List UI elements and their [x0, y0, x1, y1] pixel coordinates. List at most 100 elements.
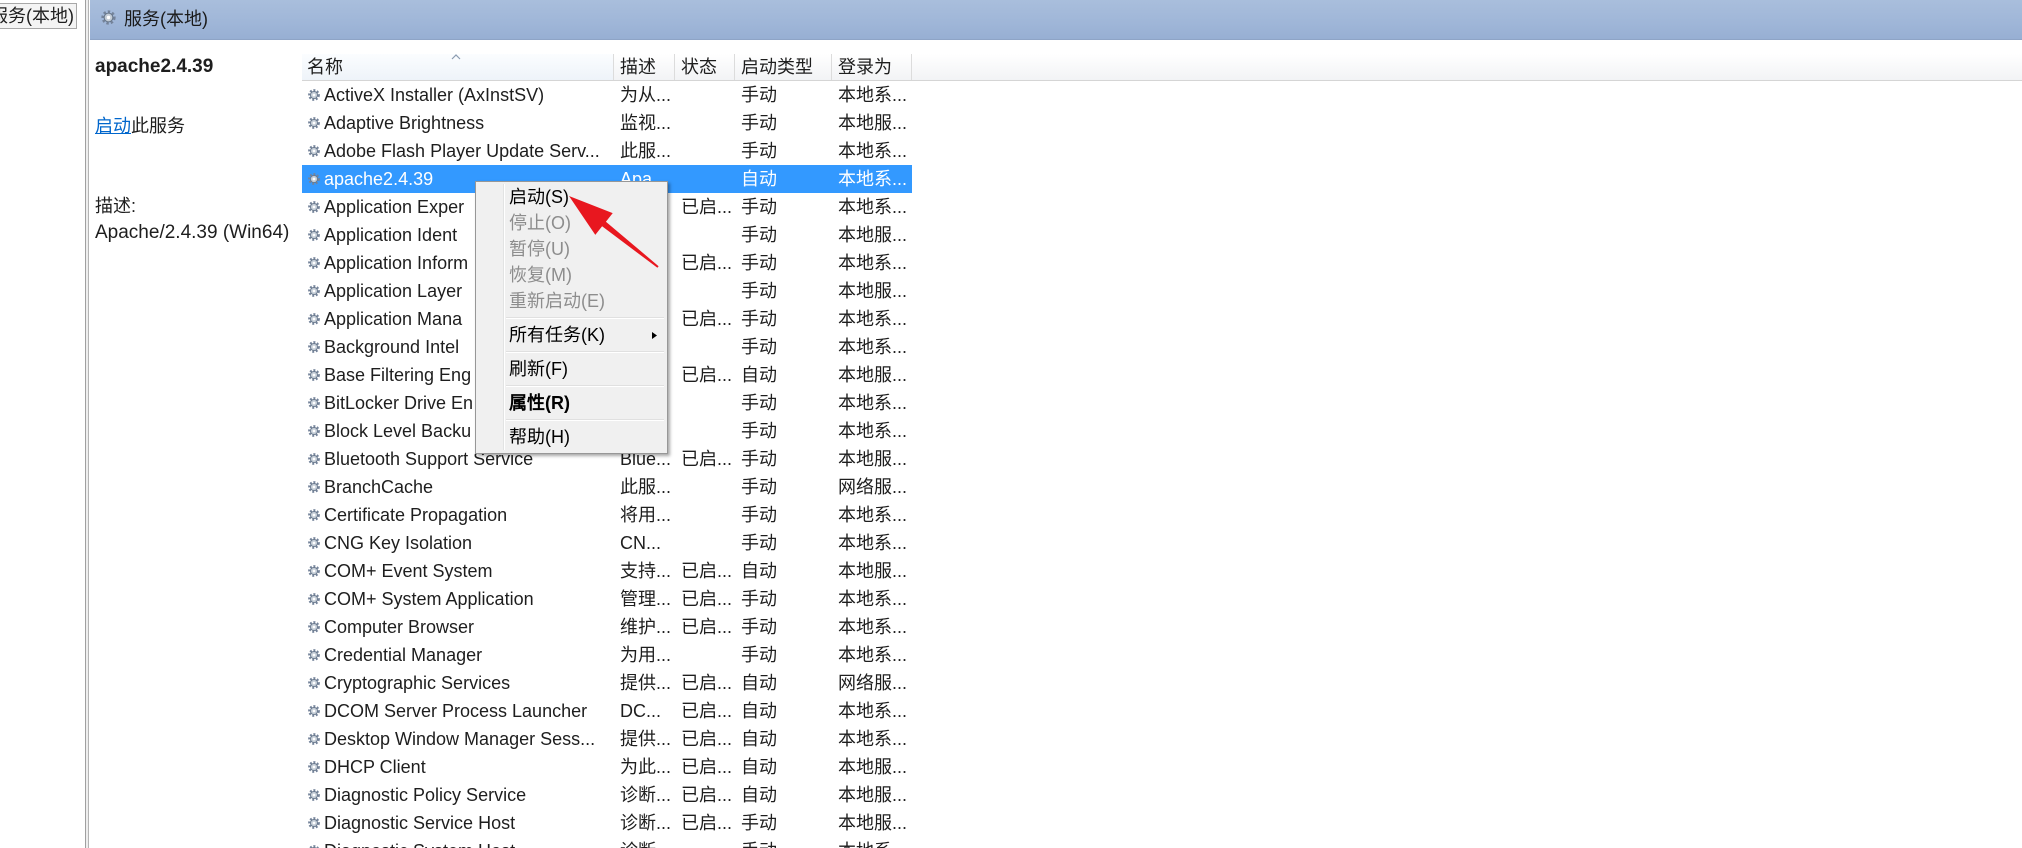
cell-desc: 此服... [614, 137, 675, 165]
service-gear-icon [307, 704, 321, 718]
menu-item-label: 属性(R) [509, 393, 570, 413]
service-row[interactable]: DCOM Server Process Launcher DC... 已启... 自动… [302, 697, 912, 725]
service-logon-as: 本地系... [838, 421, 908, 441]
service-startup-type: 手动 [741, 645, 777, 665]
service-logon-as: 本地系... [838, 505, 908, 525]
cell-startup: 自动 [735, 669, 832, 697]
service-logon-as: 网络服... [838, 673, 908, 693]
service-name: Diagnostic Policy Service [324, 785, 527, 805]
service-row[interactable]: ActiveX Installer (AxInstSV) 为从... 手动 本地系..… [302, 81, 912, 109]
service-logon-as: 本地服... [838, 449, 908, 469]
service-name: Cryptographic Services [324, 673, 511, 693]
service-row[interactable]: Adobe Flash Player Update Serv... 此服... 手动… [302, 137, 912, 165]
service-startup-type: 手动 [741, 337, 777, 357]
service-status: 已启... [681, 757, 733, 777]
service-name: DCOM Server Process Launcher [324, 701, 588, 721]
service-gear-icon [307, 480, 321, 494]
service-startup-type: 自动 [741, 701, 777, 721]
service-status: 已启... [681, 197, 733, 217]
service-description: 为此... [620, 757, 672, 777]
service-row[interactable]: DHCP Client 为此... 已启... 自动 本地服... [302, 753, 912, 781]
cell-logon: 本地系... [832, 641, 912, 669]
cell-status [675, 277, 735, 305]
service-startup-type: 手动 [741, 141, 777, 161]
cell-startup: 手动 [735, 333, 832, 361]
cell-desc: 支持... [614, 557, 675, 585]
cell-desc: DC... [614, 697, 675, 725]
tree-item-services-local[interactable]: 服务(本地) [0, 3, 77, 29]
service-row[interactable]: BranchCache 此服... 手动 网络服... [302, 473, 912, 501]
cell-status [675, 165, 735, 193]
service-row[interactable]: Diagnostic Service Host 诊断... 已启... 手动 本地服..… [302, 809, 912, 837]
cell-desc: 管理... [614, 585, 675, 613]
service-row[interactable]: Certificate Propagation 将用... 手动 本地系... [302, 501, 912, 529]
service-row[interactable]: CNG Key Isolation CN... 手动 本地系... [302, 529, 912, 557]
start-service-link[interactable]: 启动 [95, 116, 131, 136]
service-row[interactable]: Credential Manager 为用... 手动 本地系... [302, 641, 912, 669]
service-description: 诊断... [620, 813, 672, 833]
service-name: Adobe Flash Player Update Serv... [324, 141, 600, 161]
service-row[interactable]: COM+ System Application 管理... 已启... 手动 本地系..… [302, 585, 912, 613]
column-header-logon-as[interactable]: 登录为 [832, 54, 912, 80]
service-startup-type: 手动 [741, 197, 777, 217]
service-row[interactable]: Cryptographic Services 提供... 已启... 自动 网络服... [302, 669, 912, 697]
cell-startup: 手动 [735, 277, 832, 305]
service-startup-type: 手动 [741, 449, 777, 469]
description-label: 描述: [95, 196, 137, 216]
panel-header: 服务(本地) [90, 0, 2022, 40]
cell-logon: 本地系... [832, 613, 912, 641]
service-row[interactable]: Computer Browser 维护... 已启... 手动 本地系... [302, 613, 912, 641]
menu-item-help[interactable]: 帮助(H) [476, 424, 667, 450]
cell-startup: 手动 [735, 613, 832, 641]
menu-item-label: 所有任务(K) [509, 325, 605, 345]
pane-splitter[interactable] [85, 0, 89, 848]
service-row[interactable]: Diagnostic Policy Service 诊断... 已启... 自动 本地服… [302, 781, 912, 809]
cell-desc: 监视... [614, 109, 675, 137]
service-name: ActiveX Installer (AxInstSV) [324, 85, 545, 105]
service-gear-icon [307, 592, 321, 606]
service-status: 已启... [681, 561, 733, 581]
service-logon-as: 本地系... [838, 337, 908, 357]
service-row[interactable]: Desktop Window Manager Sess... 提供... 已启...… [302, 725, 912, 753]
service-gear-icon [307, 116, 321, 130]
cell-startup: 手动 [735, 389, 832, 417]
menu-item-refresh[interactable]: 刷新(F) [476, 356, 667, 382]
service-row[interactable]: Adaptive Brightness 监视... 手动 本地服... [302, 109, 912, 137]
cell-status: 已启... [675, 445, 735, 473]
column-header-name[interactable]: 名称 [302, 54, 614, 80]
service-logon-as: 本地系... [838, 645, 908, 665]
context-menu: 启动(S) 停止(O) 暂停(U) 恢复(M) 重新启动(E) 所有任务(K) … [475, 181, 668, 454]
service-name: Application Ident [324, 225, 458, 245]
service-logon-as: 本地服... [838, 225, 908, 245]
column-header-description[interactable]: 描述 [614, 54, 675, 80]
cell-logon: 本地系... [832, 725, 912, 753]
column-header-startup-type[interactable]: 启动类型 [735, 54, 832, 80]
service-logon-as: 网络服... [838, 477, 908, 497]
service-gear-icon [307, 340, 321, 354]
service-name: Diagnostic System Host [324, 837, 515, 848]
cell-logon: 本地系... [832, 333, 912, 361]
service-logon-as: 本地系... [838, 197, 908, 217]
menu-item-properties[interactable]: 属性(R) [476, 390, 667, 416]
service-row[interactable]: COM+ Event System 支持... 已启... 自动 本地服... [302, 557, 912, 585]
service-startup-type: 手动 [741, 253, 777, 273]
cell-status: 已启... [675, 193, 735, 221]
service-description: 诊断... [620, 785, 672, 805]
cell-startup: 自动 [735, 557, 832, 585]
cell-startup: 手动 [735, 809, 832, 837]
list-header: 名称 描述 状态 启动类型 登录为 [302, 54, 2022, 81]
service-name: CNG Key Isolation [324, 533, 473, 553]
cell-logon: 本地系... [832, 585, 912, 613]
menu-item-all-tasks[interactable]: 所有任务(K) [476, 322, 667, 348]
menu-item-start[interactable]: 启动(S) [476, 184, 667, 210]
service-gear-icon [307, 228, 321, 242]
submenu-arrow-icon [652, 332, 657, 339]
column-header-label: 登录为 [838, 57, 892, 77]
selected-service-title: apache2.4.39 [95, 56, 214, 77]
service-startup-type: 手动 [741, 589, 777, 609]
column-header-status[interactable]: 状态 [675, 54, 735, 80]
service-description: 管理... [620, 589, 672, 609]
service-row[interactable]: Diagnostic System Host 诊断... 手动 本地系... [302, 837, 912, 848]
menu-item-restart: 重新启动(E) [476, 288, 667, 314]
console-tree: 服务(本地) [0, 0, 85, 848]
